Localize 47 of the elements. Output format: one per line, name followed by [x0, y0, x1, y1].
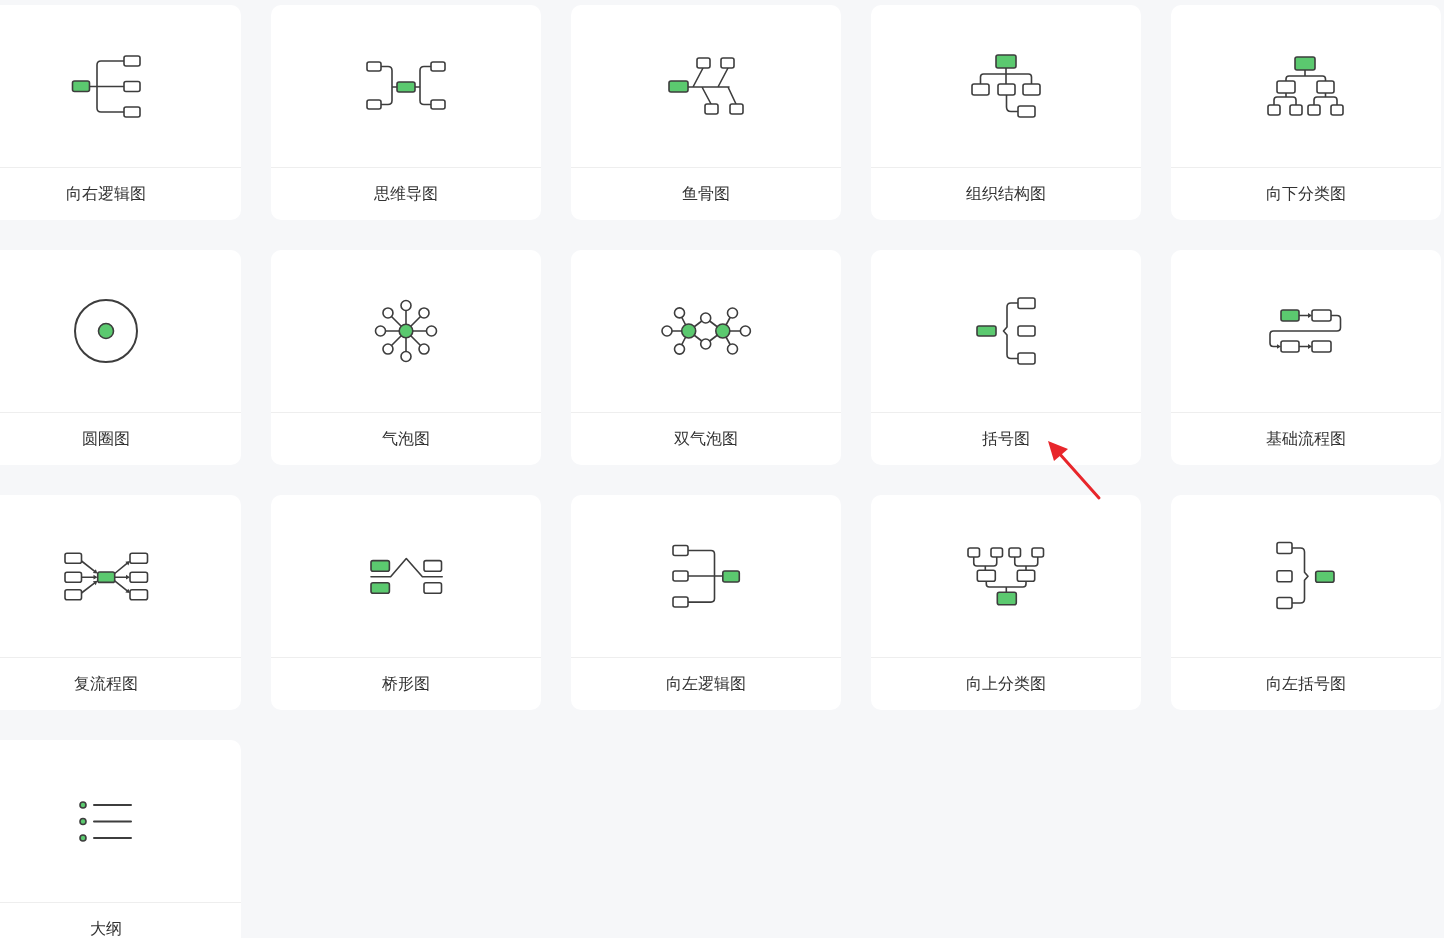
template-card[interactable]: 组织结构图 [871, 5, 1141, 220]
logic-chart-icon [70, 53, 142, 119]
bridge-map-icon [368, 557, 444, 595]
org-chart-icon [970, 53, 1042, 119]
double-bubble-map-icon [660, 306, 752, 356]
template-label: 大纲 [90, 920, 122, 938]
template-label: 向左逻辑图 [666, 675, 746, 693]
template-card[interactable]: 双气泡图 [571, 250, 841, 465]
template-label: 向上分类图 [966, 675, 1046, 693]
template-label: 组织结构图 [966, 185, 1046, 203]
template-label: 基础流程图 [1266, 430, 1346, 448]
template-label: 桥形图 [382, 675, 430, 693]
template-card[interactable]: 向下分类图 [1171, 5, 1441, 220]
template-card[interactable]: 复流程图 [0, 495, 241, 710]
template-card[interactable]: 向左逻辑图 [571, 495, 841, 710]
template-card[interactable]: 气泡图 [271, 250, 541, 465]
fishbone-icon [667, 56, 745, 116]
template-card[interactable]: 向左括号图 [1171, 495, 1441, 710]
template-label: 向左括号图 [1266, 675, 1346, 693]
template-label: 思维导图 [374, 185, 438, 203]
template-label: 双气泡图 [674, 430, 738, 448]
template-label: 气泡图 [382, 430, 430, 448]
template-card[interactable]: 鱼骨图 [571, 5, 841, 220]
template-card[interactable]: 向上分类图 [871, 495, 1141, 710]
mind-map-icon [366, 61, 446, 111]
template-card[interactable]: 基础流程图 [1171, 250, 1441, 465]
multi-flow-map-icon [63, 550, 149, 602]
template-label: 鱼骨图 [682, 185, 730, 203]
template-label: 向右逻辑图 [66, 185, 146, 203]
template-label: 圆圈图 [82, 430, 130, 448]
template-label: 括号图 [982, 430, 1030, 448]
template-label: 复流程图 [74, 675, 138, 693]
brace-map-icon [1275, 541, 1337, 611]
circle-map-icon [73, 298, 139, 364]
template-label: 向下分类图 [1266, 185, 1346, 203]
flowchart-icon [1268, 307, 1344, 355]
hierarchy-icon [966, 545, 1046, 607]
template-card[interactable]: 大纲 [0, 740, 241, 938]
template-card[interactable]: 思维导图 [271, 5, 541, 220]
template-card[interactable]: 向右逻辑图 [0, 5, 241, 220]
template-card[interactable]: 桥形图 [271, 495, 541, 710]
bubble-map-icon [374, 299, 438, 363]
hierarchy-icon [1266, 55, 1346, 117]
list-icon [78, 799, 134, 843]
logic-chart-icon [671, 544, 741, 608]
template-card[interactable]: 圆圈图 [0, 250, 241, 465]
brace-map-icon [975, 296, 1037, 366]
